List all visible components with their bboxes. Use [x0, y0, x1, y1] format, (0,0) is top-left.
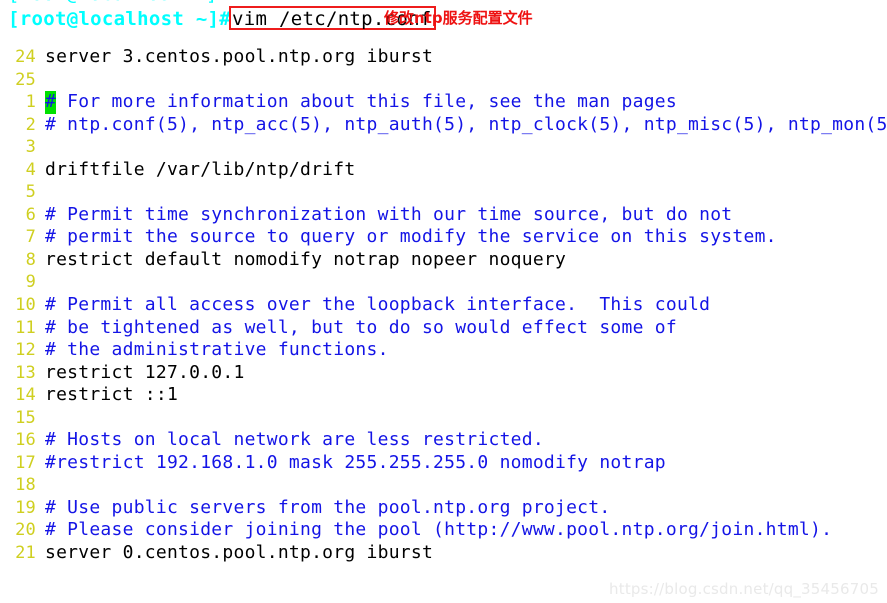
line-content: # Permit time synchronization with our t… — [45, 203, 733, 225]
line-number: 21 — [15, 543, 36, 564]
line-content: # Hosts on local network are less restri… — [45, 429, 544, 451]
editor-line[interactable]: 16 # Hosts on local network are less rest… — [0, 429, 887, 452]
editor-line[interactable]: 12 # the administrative functions. — [0, 339, 887, 362]
line-number: 10 — [15, 295, 36, 316]
editor-line[interactable]: 24 server 3.centos.pool.ntp.org iburst — [0, 46, 887, 69]
line-content: #restrict 192.168.1.0 mask 255.255.255.0… — [45, 451, 666, 473]
line-number: 18 — [15, 475, 36, 496]
vim-cursor-block: # — [45, 91, 57, 114]
line-number: 8 — [25, 249, 36, 270]
line-number: 12 — [15, 340, 36, 361]
line-number: 4 — [25, 159, 36, 180]
editor-line[interactable]: 7 # permit the source to query or modify … — [0, 226, 887, 249]
line-content: # the administrative functions. — [45, 339, 389, 361]
editor-line[interactable]: 11 # be tightened as well, but to do so w… — [0, 317, 887, 340]
line-number: 25 — [15, 69, 36, 90]
line-number: 13 — [15, 362, 36, 383]
line-content: restrict 127.0.0.1 — [45, 361, 245, 383]
line-content: # Use public servers from the pool.ntp.o… — [45, 496, 611, 518]
editor-line[interactable]: 15 — [0, 407, 887, 430]
clipped-previous-line: [root@localhost ~]# — [0, 0, 887, 5]
editor-line[interactable]: 10 # Permit all access over the loopback … — [0, 294, 887, 317]
editor-line[interactable]: 2 # ntp.conf(5), ntp_acc(5), ntp_auth(5),… — [0, 114, 887, 137]
terminal-screenshot: [root@localhost ~]# [root@localhost ~]#v… — [0, 0, 887, 603]
line-content: driftfile /var/lib/ntp/drift — [45, 158, 356, 180]
clipped-previous-line-text: [root@localhost ~]# — [8, 0, 229, 5]
editor-line[interactable]: 25 — [0, 69, 887, 92]
editor-line[interactable]: 6 # Permit time synchronization with our … — [0, 204, 887, 227]
line-number: 6 — [25, 204, 36, 225]
editor-line[interactable]: 20 # Please consider joining the pool (ht… — [0, 519, 887, 542]
editor-line[interactable]: 18 — [0, 474, 887, 497]
editor-line[interactable]: 8 restrict default nomodify notrap nopeer… — [0, 249, 887, 272]
editor-line[interactable]: 3 — [0, 136, 887, 159]
line-content: restrict default nomodify notrap nopeer … — [45, 248, 567, 270]
line-number: 16 — [15, 430, 36, 451]
red-annotation-label: 修改ntp服务配置文件 — [384, 9, 533, 27]
line-number: 17 — [15, 452, 36, 473]
line-number: 7 — [25, 227, 36, 248]
vim-buffer[interactable]: 24 server 3.centos.pool.ntp.org iburst 25 1… — [0, 46, 887, 565]
line-content: # permit the source to query or modify t… — [45, 226, 777, 248]
editor-line[interactable]: 14 restrict ::1 — [0, 384, 887, 407]
line-content: restrict ::1 — [45, 384, 179, 406]
line-content: # ntp.conf(5), ntp_acc(5), ntp_auth(5), … — [45, 113, 887, 135]
shell-prompt: [root@localhost ~]# — [8, 8, 232, 30]
line-number: 3 — [25, 137, 36, 158]
editor-line[interactable]: 17 #restrict 192.168.1.0 mask 255.255.255… — [0, 452, 887, 475]
line-number: 2 — [25, 114, 36, 135]
editor-line[interactable]: 1 # For more information about this file,… — [0, 91, 887, 114]
editor-line[interactable]: 4 driftfile /var/lib/ntp/drift — [0, 159, 887, 182]
line-content-rest: For more information about this file, se… — [56, 91, 677, 113]
line-number: 5 — [25, 182, 36, 203]
editor-line[interactable]: 13 restrict 127.0.0.1 — [0, 362, 887, 385]
line-content: server 3.centos.pool.ntp.org iburst — [45, 46, 434, 67]
editor-line[interactable]: 9 — [0, 271, 887, 294]
line-number: 20 — [15, 520, 36, 541]
editor-line[interactable]: 21 server 0.centos.pool.ntp.org iburst — [0, 542, 887, 565]
line-content: # Please consider joining the pool (http… — [45, 519, 833, 541]
shell-command-line: [root@localhost ~]#vim /etc/ntp.conf — [8, 6, 436, 32]
line-content: # For more information about this file, … — [36, 91, 677, 114]
line-content: # Permit all access over the loopback in… — [45, 294, 711, 316]
line-number: 14 — [15, 385, 36, 406]
line-content: # be tightened as well, but to do so wou… — [45, 316, 677, 338]
line-number: 19 — [15, 497, 36, 518]
editor-line[interactable]: 19 # Use public servers from the pool.ntp… — [0, 497, 887, 520]
editor-line[interactable]: 5 — [0, 181, 887, 204]
line-number: 1 — [25, 92, 36, 113]
line-number: 24 — [15, 47, 36, 67]
line-number: 11 — [15, 317, 36, 338]
line-number: 9 — [25, 272, 36, 293]
line-content: server 0.centos.pool.ntp.org iburst — [45, 542, 434, 564]
watermark-text: https://blog.csdn.net/qq_35456705 — [609, 580, 879, 598]
line-number: 15 — [15, 407, 36, 428]
